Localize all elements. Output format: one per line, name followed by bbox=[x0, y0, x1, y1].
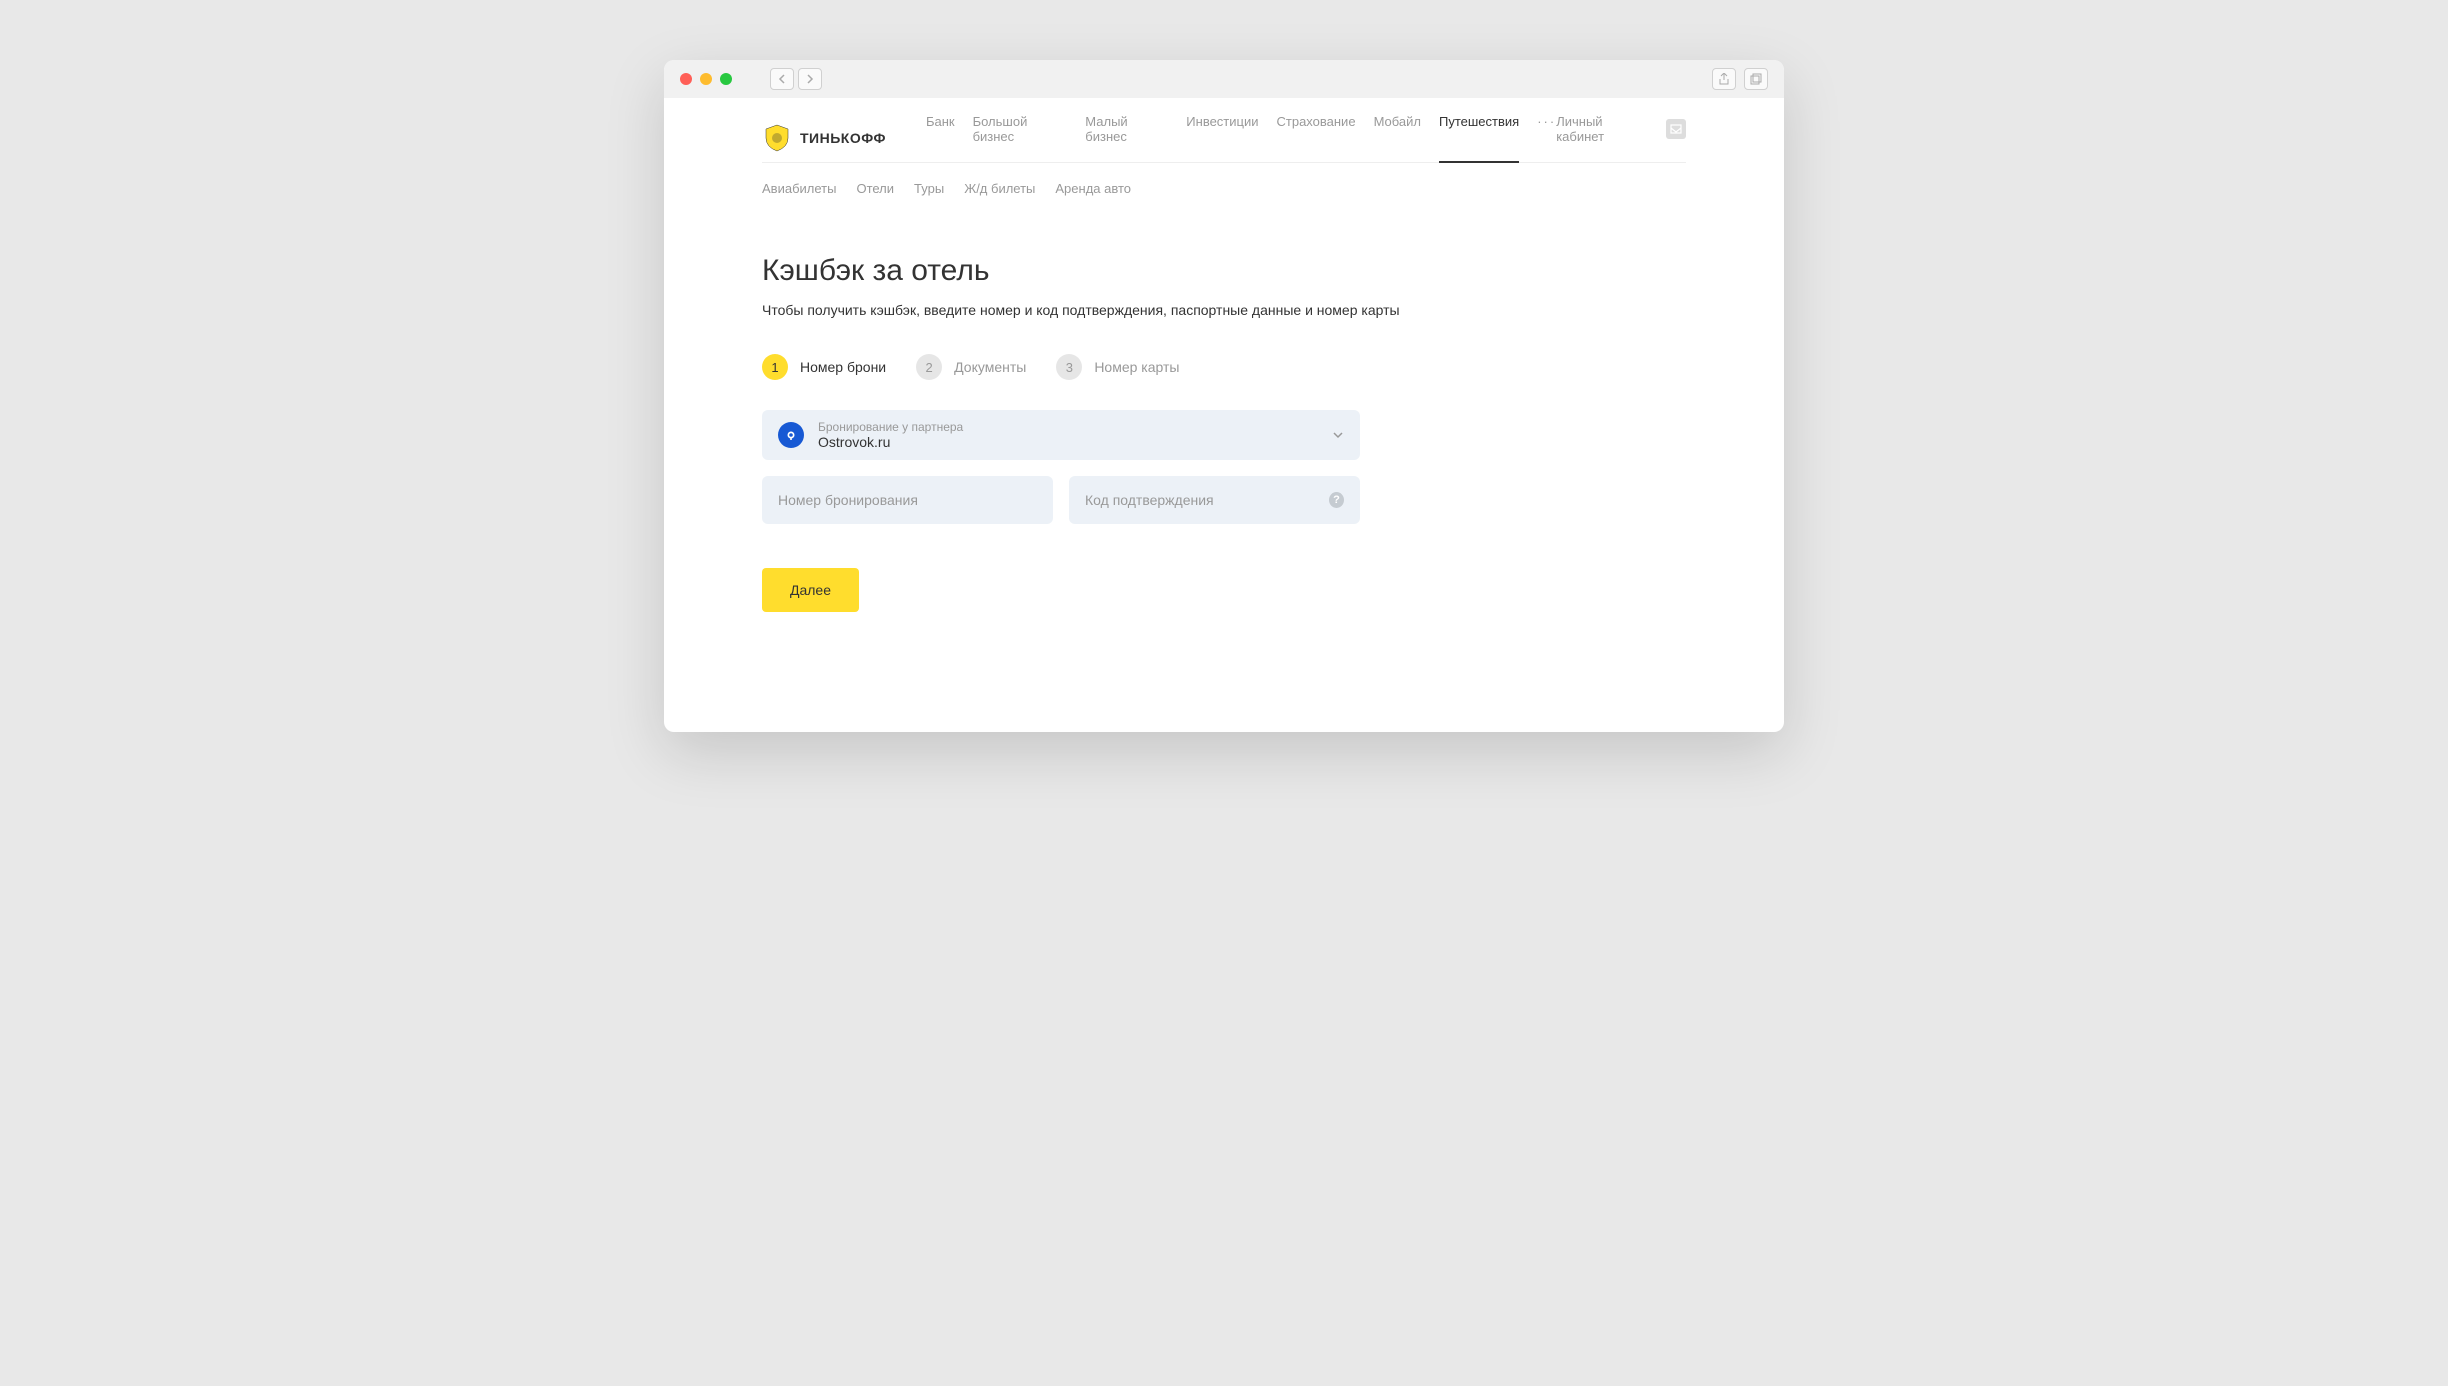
confirmation-code-input[interactable] bbox=[1085, 492, 1329, 508]
partner-value: Ostrovok.ru bbox=[818, 434, 1318, 450]
maximize-window-button[interactable] bbox=[720, 73, 732, 85]
tabs-icon bbox=[1750, 73, 1762, 85]
forward-button[interactable] bbox=[798, 68, 822, 90]
partner-select[interactable]: Бронирование у партнера Ostrovok.ru bbox=[762, 410, 1360, 460]
browser-nav-buttons bbox=[770, 68, 822, 90]
chevron-down-icon bbox=[1332, 426, 1344, 444]
minimize-window-button[interactable] bbox=[700, 73, 712, 85]
nav-travel[interactable]: Путешествия bbox=[1439, 114, 1519, 162]
inputs-row: ? bbox=[762, 476, 1360, 524]
top-navigation: ТИНЬКОФФ Банк Большой бизнес Малый бизне… bbox=[762, 98, 1686, 163]
booking-number-input[interactable] bbox=[778, 492, 1037, 508]
step-number: 3 bbox=[1056, 354, 1082, 380]
sub-navigation: Авиабилеты Отели Туры Ж/д билеты Аренда … bbox=[762, 163, 1686, 214]
page-title: Кэшбэк за отель bbox=[762, 254, 1686, 288]
help-icon[interactable]: ? bbox=[1329, 492, 1344, 508]
nav-big-business[interactable]: Большой бизнес bbox=[973, 114, 1068, 162]
share-button[interactable] bbox=[1712, 68, 1736, 90]
nav-bank[interactable]: Банк bbox=[926, 114, 955, 162]
partner-field-label: Бронирование у партнера bbox=[818, 420, 1318, 434]
titlebar bbox=[664, 60, 1784, 98]
subnav-car-rental[interactable]: Аренда авто bbox=[1055, 181, 1131, 196]
page-body: Кэшбэк за отель Чтобы получить кэшбэк, в… bbox=[762, 214, 1686, 732]
next-button[interactable]: Далее bbox=[762, 568, 859, 612]
booking-number-field[interactable] bbox=[762, 476, 1053, 524]
subnav-flights[interactable]: Авиабилеты bbox=[762, 181, 836, 196]
partner-logo-icon bbox=[778, 422, 804, 448]
chevron-left-icon bbox=[778, 74, 786, 84]
inbox-icon bbox=[1670, 124, 1682, 134]
account-link[interactable]: Личный кабинет bbox=[1556, 114, 1652, 162]
close-window-button[interactable] bbox=[680, 73, 692, 85]
back-button[interactable] bbox=[770, 68, 794, 90]
tabs-button[interactable] bbox=[1744, 68, 1768, 90]
nav-investments[interactable]: Инвестиции bbox=[1186, 114, 1258, 162]
form: Бронирование у партнера Ostrovok.ru ? bbox=[762, 410, 1360, 612]
subnav-hotels[interactable]: Отели bbox=[856, 181, 894, 196]
partner-text: Бронирование у партнера Ostrovok.ru bbox=[818, 420, 1318, 450]
nav-more[interactable]: ··· bbox=[1537, 114, 1556, 162]
brand-logo[interactable]: ТИНЬКОФФ bbox=[762, 123, 886, 153]
step-number: 1 bbox=[762, 354, 788, 380]
shield-icon bbox=[762, 123, 792, 153]
page-content: ТИНЬКОФФ Банк Большой бизнес Малый бизне… bbox=[664, 98, 1784, 732]
right-nav: Личный кабинет bbox=[1556, 114, 1686, 162]
traffic-lights bbox=[680, 73, 732, 85]
step-card-number[interactable]: 3 Номер карты bbox=[1056, 354, 1179, 380]
main-nav: Банк Большой бизнес Малый бизнес Инвести… bbox=[926, 114, 1556, 162]
page-subtitle: Чтобы получить кэшбэк, введите номер и к… bbox=[762, 302, 1686, 318]
step-label: Номер карты bbox=[1094, 359, 1179, 375]
step-label: Номер брони bbox=[800, 359, 886, 375]
inbox-button[interactable] bbox=[1666, 119, 1686, 139]
step-booking-number[interactable]: 1 Номер брони bbox=[762, 354, 886, 380]
subnav-trains[interactable]: Ж/д билеты bbox=[964, 181, 1035, 196]
stepper: 1 Номер брони 2 Документы 3 Номер карты bbox=[762, 354, 1686, 380]
brand-name: ТИНЬКОФФ bbox=[800, 130, 886, 146]
confirmation-code-field[interactable]: ? bbox=[1069, 476, 1360, 524]
subnav-tours[interactable]: Туры bbox=[914, 181, 944, 196]
titlebar-right bbox=[1712, 68, 1768, 90]
nav-insurance[interactable]: Страхование bbox=[1277, 114, 1356, 162]
step-label: Документы bbox=[954, 359, 1026, 375]
browser-window: ТИНЬКОФФ Банк Большой бизнес Малый бизне… bbox=[664, 60, 1784, 732]
nav-mobile[interactable]: Мобайл bbox=[1374, 114, 1421, 162]
nav-small-business[interactable]: Малый бизнес bbox=[1085, 114, 1168, 162]
chevron-right-icon bbox=[806, 74, 814, 84]
step-documents[interactable]: 2 Документы bbox=[916, 354, 1026, 380]
share-icon bbox=[1718, 73, 1730, 85]
step-number: 2 bbox=[916, 354, 942, 380]
